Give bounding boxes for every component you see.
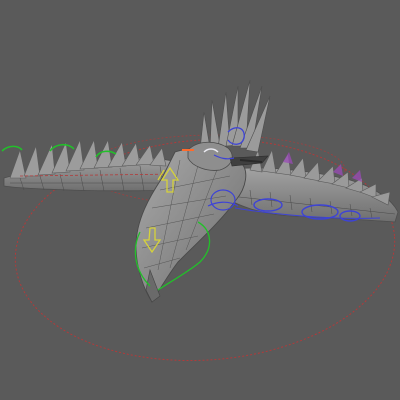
- 3d-viewport[interactable]: [0, 0, 400, 400]
- head-crest[interactable]: [199, 79, 271, 153]
- left-wing-ik-control-1[interactable]: [1, 145, 23, 152]
- viewport-canvas[interactable]: [0, 0, 400, 400]
- left-wing-ik-control-2[interactable]: [49, 143, 75, 152]
